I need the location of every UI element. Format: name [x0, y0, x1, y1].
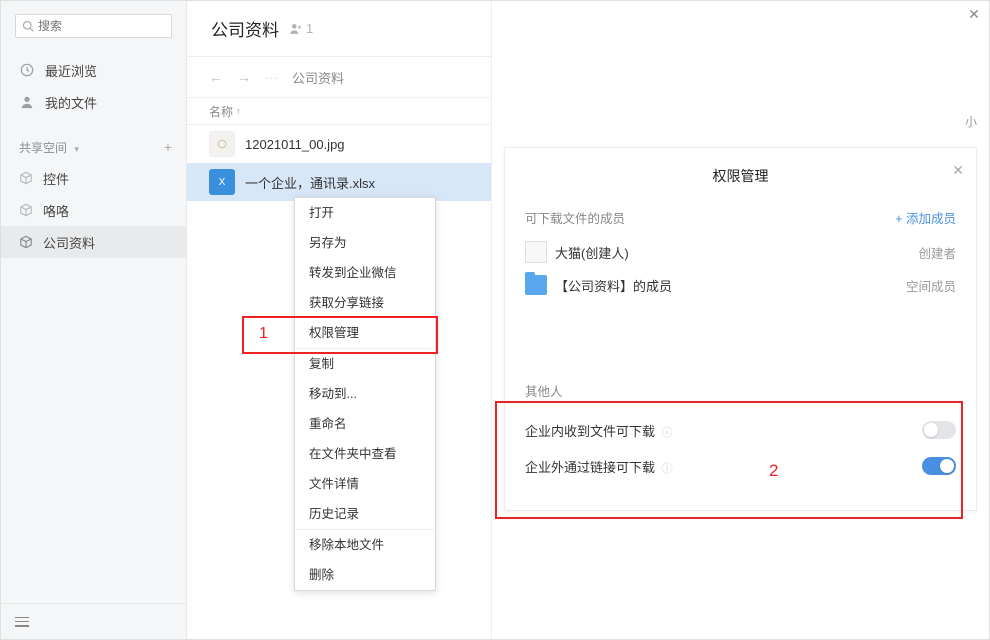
cube-icon — [19, 203, 33, 217]
info-icon[interactable]: ⓘ — [662, 463, 673, 475]
person-icon — [19, 94, 35, 110]
space-item-2[interactable]: 公司资料 — [1, 226, 186, 258]
menu-move-to[interactable]: 移动到... — [295, 379, 435, 409]
shared-space-header[interactable]: 共享空间 ▾ + — [1, 132, 186, 162]
breadcrumb-separator: ··· — [265, 70, 278, 85]
member-row-0[interactable]: 大猫(创建人) 创建者 — [505, 235, 976, 269]
menu-permission[interactable]: 权限管理 — [295, 318, 435, 348]
download-members-header: 可下载文件的成员 + 添加成员 — [505, 204, 976, 235]
download-members-label: 可下载文件的成员 — [525, 208, 625, 227]
member-count-value: 1 — [306, 21, 313, 36]
menu-details[interactable]: 文件详情 — [295, 469, 435, 499]
nav-recent-label: 最近浏览 — [45, 61, 97, 80]
sort-indicator-icon: ↑ — [236, 106, 241, 116]
permission-card: 权限管理 ✕ 可下载文件的成员 + 添加成员 大猫(创建人) 创建者 【公司资料… — [504, 147, 977, 511]
toggle-label: 企业内收到文件可下载 — [525, 424, 655, 439]
menu-rename[interactable]: 重命名 — [295, 409, 435, 439]
col-name: 名称 — [209, 103, 233, 120]
permission-title: 权限管理 ✕ — [505, 148, 976, 204]
space-item-1[interactable]: 咯咯 — [1, 194, 186, 226]
image-file-icon — [209, 131, 235, 157]
avatar-icon — [525, 241, 547, 263]
xlsx-file-icon: X — [209, 169, 235, 195]
permission-close-button[interactable]: ✕ — [952, 162, 964, 179]
page-title: 公司资料 — [211, 16, 279, 41]
info-icon[interactable]: ⓘ — [662, 427, 673, 439]
space-item-0[interactable]: 控件 — [1, 162, 186, 194]
member-role: 空间成员 — [906, 276, 956, 295]
toggle-internal-switch[interactable] — [922, 421, 956, 439]
menu-history[interactable]: 历史记录 — [295, 499, 435, 529]
others-title: 其他人 — [525, 381, 956, 400]
menu-save-as[interactable]: 另存为 — [295, 228, 435, 258]
search-input[interactable] — [38, 19, 165, 33]
breadcrumb-current[interactable]: 公司资料 — [292, 68, 344, 87]
nav-recent[interactable]: 最近浏览 — [1, 54, 186, 86]
toggle-external-download: 企业外通过链接可下载 ⓘ — [525, 448, 956, 484]
search-icon — [22, 20, 34, 32]
folder-icon — [525, 275, 547, 295]
toggle-label: 企业外通过链接可下载 — [525, 460, 655, 475]
file-name: 一个企业，通讯录.xlsx — [245, 173, 375, 192]
menu-open[interactable]: 打开 — [295, 198, 435, 228]
panel-top-close-button[interactable]: ✕ — [965, 5, 983, 23]
others-section: 其他人 企业内收到文件可下载 ⓘ 企业外通过链接可下载 ⓘ — [505, 381, 976, 484]
cube-icon — [19, 235, 33, 249]
context-menu: 打开 另存为 转发到企业微信 获取分享链接 权限管理 复制 移动到... 重命名… — [294, 197, 436, 591]
add-space-button[interactable]: + — [164, 139, 172, 155]
member-name: 【公司资料】的成员 — [555, 276, 672, 295]
menu-icon[interactable] — [15, 617, 29, 627]
sidebar: 最近浏览 我的文件 共享空间 ▾ + 控件 咯咯 公司资料 — [1, 1, 187, 639]
nav-myfiles[interactable]: 我的文件 — [1, 86, 186, 118]
search-input-wrap[interactable] — [15, 14, 172, 38]
menu-copy[interactable]: 复制 — [295, 349, 435, 379]
toggle-internal-download: 企业内收到文件可下载 ⓘ — [525, 412, 956, 448]
menu-forward[interactable]: 转发到企业微信 — [295, 258, 435, 288]
chevron-down-icon: ▾ — [74, 144, 79, 154]
menu-get-link[interactable]: 获取分享链接 — [295, 288, 435, 318]
add-member-button[interactable]: + 添加成员 — [895, 208, 956, 227]
right-hint-size-col: 小 — [965, 113, 977, 130]
nav-back-button[interactable]: ← — [209, 69, 223, 85]
clock-icon — [19, 62, 35, 78]
nav-section: 最近浏览 我的文件 — [1, 48, 186, 118]
member-count[interactable]: 1 — [289, 21, 313, 36]
file-name: 12021011_00.jpg — [245, 137, 345, 152]
menu-remove-local[interactable]: 移除本地文件 — [295, 530, 435, 560]
nav-forward-button[interactable]: → — [237, 69, 251, 85]
space-label: 公司资料 — [43, 233, 95, 252]
permission-title-text: 权限管理 — [713, 168, 769, 184]
bottom-bar — [1, 603, 187, 639]
right-panel: ✕ 小 B B 权限管理 ✕ 可下载文件的成员 + 添加成员 大猫(创建人) 创… — [491, 1, 989, 639]
toggle-external-switch[interactable] — [922, 457, 956, 475]
space-label: 控件 — [43, 169, 69, 188]
member-role: 创建者 — [918, 243, 956, 262]
menu-delete[interactable]: 删除 — [295, 560, 435, 590]
member-name: 大猫(创建人) — [555, 243, 629, 262]
cube-icon — [19, 171, 33, 185]
member-row-1[interactable]: 【公司资料】的成员 空间成员 — [505, 269, 976, 301]
shared-space-title: 共享空间 — [19, 141, 67, 155]
nav-myfiles-label: 我的文件 — [45, 93, 97, 112]
space-label: 咯咯 — [43, 201, 69, 220]
menu-view-in-folder[interactable]: 在文件夹中查看 — [295, 439, 435, 469]
